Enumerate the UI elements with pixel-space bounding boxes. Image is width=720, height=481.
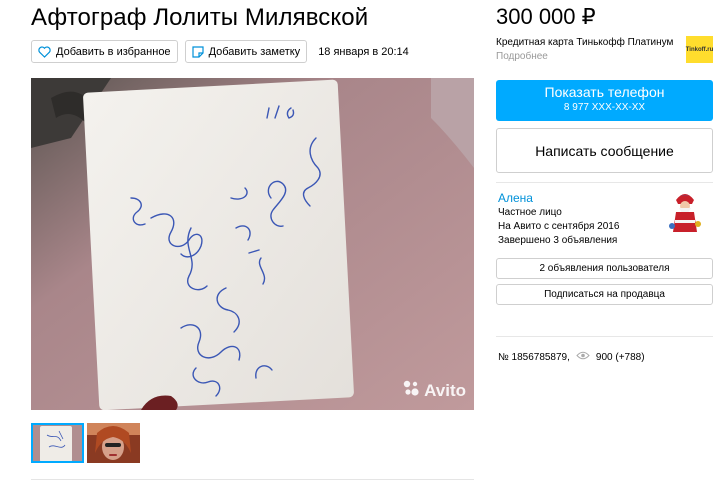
seller-name-link[interactable]: Алена: [498, 191, 533, 205]
publish-date: 18 января в 20:14: [318, 45, 409, 58]
subscribe-seller-button[interactable]: Подписаться на продавца: [496, 284, 713, 305]
thumbnail-2[interactable]: [87, 423, 140, 463]
credit-offer-text[interactable]: Кредитная карта Тинькофф Платинум: [496, 37, 673, 48]
bottom-divider: [31, 479, 474, 480]
sidebar-divider-top: [496, 182, 713, 183]
user-ads-button[interactable]: 2 объявления пользователя: [496, 258, 713, 279]
add-to-favorites-label: Добавить в избранное: [56, 45, 171, 58]
listing-stats: № 1856785879, 900 (+788): [498, 351, 645, 363]
main-photo[interactable]: Avito: [31, 78, 474, 410]
masked-phone-number: 8 977 XXX-XX-XX: [563, 102, 646, 113]
tinkoff-logo-text: Tinkoff.ru: [685, 46, 714, 53]
santa-avatar-image: ~~~: [668, 190, 702, 234]
thumbnail-1[interactable]: [31, 423, 84, 463]
price: 300 000 ₽: [496, 4, 596, 29]
autograph-photo-image: [31, 78, 474, 410]
avito-watermark: Avito: [402, 379, 466, 402]
sidebar-divider-bottom: [496, 336, 713, 337]
view-count: 900 (+788): [595, 351, 645, 363]
show-phone-button[interactable]: Показать телефон 8 977 XXX-XX-XX: [496, 80, 713, 121]
seller-avatar[interactable]: ~~~: [668, 190, 702, 234]
add-note-label: Добавить заметку: [208, 45, 301, 58]
watermark-text: Avito: [424, 380, 466, 400]
note-icon: [191, 45, 204, 58]
add-note-button[interactable]: Добавить заметку: [184, 40, 308, 63]
heart-icon: [38, 45, 51, 58]
tinkoff-logo[interactable]: Tinkoff.ru: [686, 36, 713, 63]
camera-icon: [402, 379, 420, 402]
seller-type: Частное лицо: [498, 207, 562, 218]
listing-actions: Добавить в избранное Добавить заметку 18…: [31, 40, 409, 63]
write-message-button[interactable]: Написать сообщение: [496, 128, 713, 173]
svg-text:~~~: ~~~: [681, 193, 689, 198]
eye-icon: [576, 351, 590, 363]
ad-number: № 1856785879,: [498, 351, 570, 363]
thumbnail-autograph-image: [31, 423, 84, 463]
show-phone-label: Показать телефон: [544, 84, 665, 100]
add-to-favorites-button[interactable]: Добавить в избранное: [31, 40, 178, 63]
seller-since: На Авито с сентября 2016: [498, 221, 620, 232]
listing-title: Афтограф Лолиты Милявской: [31, 4, 369, 31]
credit-offer-more-link[interactable]: Подробнее: [496, 51, 548, 62]
seller-completed-ads: Завершено 3 объявления: [498, 235, 618, 246]
thumbnail-portrait-image: [87, 423, 140, 463]
photo-thumbnails: [31, 423, 140, 463]
